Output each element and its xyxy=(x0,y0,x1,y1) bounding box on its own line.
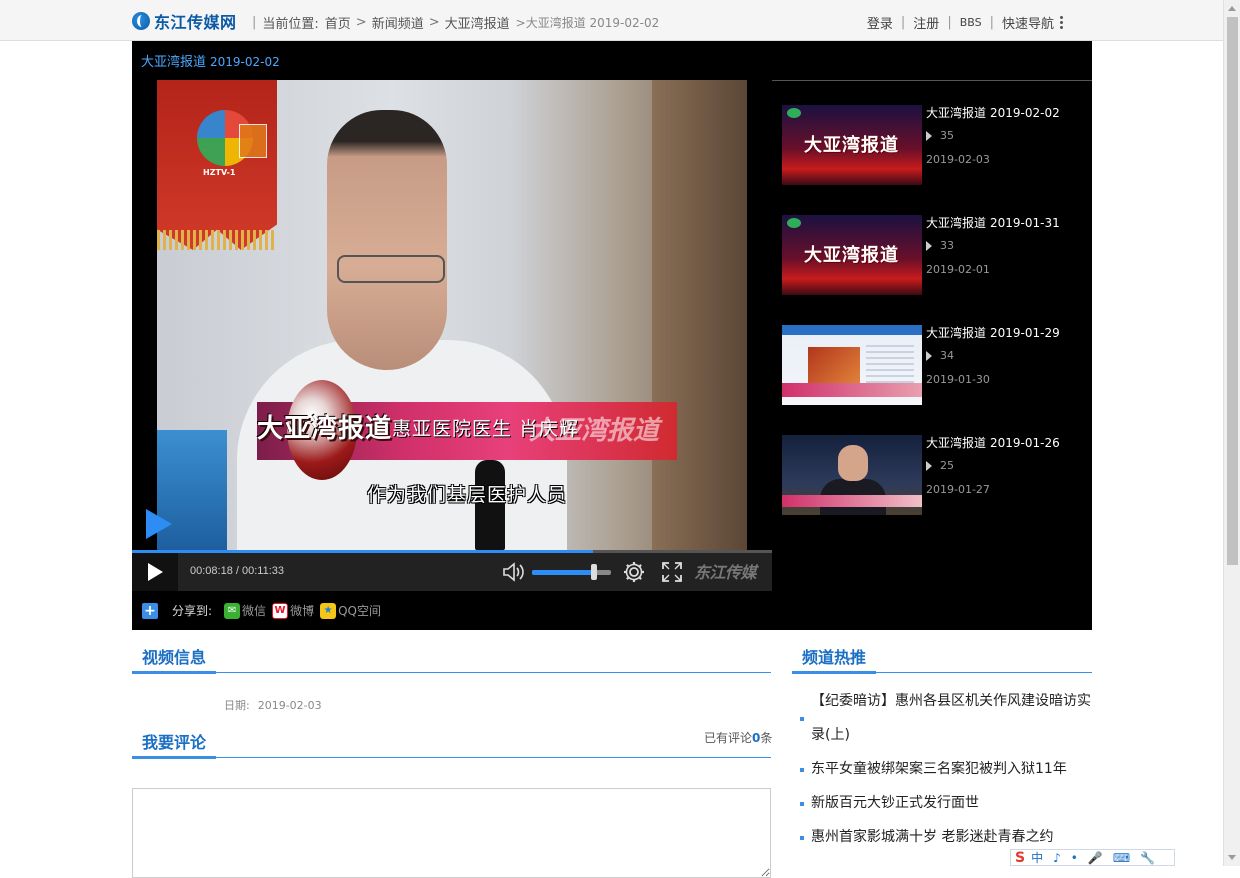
qzone-icon: ★ xyxy=(320,602,337,619)
fullscreen-icon[interactable] xyxy=(661,561,683,583)
share-bar: + 分享到: ✉ 微信 W 微博 ★ QQ空间 xyxy=(142,602,387,619)
player-brand-logo: 东江传媒 xyxy=(694,563,757,582)
share-wechat[interactable]: ✉ 微信 xyxy=(224,602,266,619)
emoji-icon[interactable]: • xyxy=(1071,851,1078,865)
video-frame[interactable]: HZTV-1 大亚湾报道 惠亚医院医生 肖庆辉 大亚湾报道 作为我们基层医护人员 xyxy=(157,80,747,550)
playlist-date: 2019-02-03 xyxy=(926,153,990,166)
comment-count: 已有评论0条 xyxy=(704,731,773,745)
play-count-icon xyxy=(926,240,932,251)
volume-knob[interactable] xyxy=(591,564,597,580)
playlist-item[interactable]: 大亚湾报道 大亚湾报道 2019-02-02 35 2019-02-03 xyxy=(782,105,1082,185)
keyboard-icon[interactable]: ⌨ xyxy=(1113,851,1130,865)
mic-icon[interactable]: 🎤 xyxy=(1088,851,1103,865)
hot-list-item[interactable]: 东平女童被绑架案三名案犯被判入狱11年 xyxy=(800,752,1092,786)
playlist-title[interactable]: 大亚湾报道 2019-01-31 xyxy=(926,214,1060,231)
weibo-icon: W xyxy=(272,602,289,619)
video-info-date: 日期: 2019-02-03 xyxy=(224,699,322,712)
playlist: 大亚湾报道 大亚湾报道 2019-02-02 35 2019-02-03 大亚湾报… xyxy=(772,41,1092,630)
scroll-down-icon[interactable] xyxy=(1228,855,1236,860)
playlist-thumbnail[interactable]: 大亚湾报道 xyxy=(782,215,922,295)
playlist-views: 35 xyxy=(926,129,954,142)
breadcrumb-divider: | xyxy=(252,15,257,30)
timecode: 00:08:18 / 00:11:33 xyxy=(190,565,284,577)
lower-third-show: 大亚湾报道 xyxy=(257,414,393,444)
breadcrumb-prefix: 当前位置: xyxy=(262,17,319,32)
comment-heading: 我要评论 xyxy=(132,729,217,759)
punctuation-icon[interactable]: ♪ xyxy=(1053,851,1061,865)
playlist-item[interactable]: 大亚湾报道 2019-01-26 25 2019-01-27 xyxy=(782,435,1082,515)
playlist-views: 25 xyxy=(926,459,954,472)
hot-list: 【纪委暗访】惠州各县区机关作风建设暗访实录(上) 东平女童被绑架案三名案犯被判入… xyxy=(800,684,1092,854)
video-title: 大亚湾报道 2019-02-02 xyxy=(141,55,280,70)
comment-input[interactable] xyxy=(132,788,771,878)
breadcrumb-news[interactable]: 新闻频道 xyxy=(372,13,424,32)
login-link[interactable]: 登录 xyxy=(867,13,893,32)
lower-third-watermark: 大亚湾报道 xyxy=(528,416,659,446)
ime-toolbar[interactable]: S 中 ♪ • 🎤 ⌨ 🔧 xyxy=(1010,849,1175,866)
chevron-right-icon: > xyxy=(428,15,440,30)
play-count-icon xyxy=(926,130,932,141)
player-section: 大亚湾报道 2019-02-02 HZTV-1 大亚湾报道 惠亚医院医生 肖庆辉 … xyxy=(132,41,1092,630)
logo-text: 东江传媒网 xyxy=(154,13,237,32)
breadcrumb-current: >大亚湾报道 2019-02-02 xyxy=(515,16,660,30)
breadcrumb-home[interactable]: 首页 xyxy=(325,13,351,32)
plus-icon[interactable]: + xyxy=(142,602,158,619)
ime-mode[interactable]: 中 xyxy=(1031,849,1043,866)
video-info-header: 视频信息 xyxy=(132,644,771,674)
top-links: 登录 | 注册 | BBS | 快速导航 xyxy=(867,13,1064,32)
register-link[interactable]: 注册 xyxy=(913,13,939,32)
playlist-thumbnail[interactable] xyxy=(782,325,922,405)
scroll-up-icon[interactable] xyxy=(1228,6,1236,11)
big-play-icon[interactable] xyxy=(146,509,172,539)
quick-nav-link[interactable]: 快速导航 xyxy=(1002,13,1054,32)
playlist-title[interactable]: 大亚湾报道 2019-02-02 xyxy=(926,104,1060,121)
hot-list-item[interactable]: 【纪委暗访】惠州各县区机关作风建设暗访实录(上) xyxy=(800,684,1092,752)
breadcrumb: | 当前位置: 首页 > 新闻频道 > 大亚湾报道 >大亚湾报道 2019-02… xyxy=(246,13,659,32)
lower-third: 大亚湾报道 惠亚医院医生 肖庆辉 大亚湾报道 xyxy=(257,380,677,480)
scroll-thumb[interactable] xyxy=(1227,17,1238,565)
play-button[interactable] xyxy=(132,553,178,591)
hot-header: 频道热推 xyxy=(792,644,1092,674)
gear-icon[interactable] xyxy=(622,560,646,584)
playlist-thumbnail[interactable]: 大亚湾报道 xyxy=(782,105,922,185)
playlist-thumbnail[interactable] xyxy=(782,435,922,515)
play-count-icon xyxy=(926,350,932,361)
play-count-icon xyxy=(926,460,932,471)
share-qzone[interactable]: ★ QQ空间 xyxy=(320,602,381,619)
playlist-views: 33 xyxy=(926,239,954,252)
playlist-views: 34 xyxy=(926,349,954,362)
bbs-link[interactable]: BBS xyxy=(960,16,982,29)
logo-icon xyxy=(132,12,150,30)
share-weibo[interactable]: W 微博 xyxy=(272,602,314,619)
comment-header: 我要评论 xyxy=(132,729,771,759)
more-vertical-icon[interactable] xyxy=(1060,14,1064,31)
volume-slider[interactable] xyxy=(532,570,611,575)
playlist-date: 2019-01-30 xyxy=(926,373,990,386)
playlist-date: 2019-01-27 xyxy=(926,483,990,496)
site-logo[interactable]: 东江传媒网 xyxy=(132,10,237,32)
playlist-date: 2019-02-01 xyxy=(926,263,990,276)
wechat-icon: ✉ xyxy=(224,602,241,619)
video-subtitle: 作为我们基层医护人员 xyxy=(367,484,568,506)
playlist-title[interactable]: 大亚湾报道 2019-01-26 xyxy=(926,434,1060,451)
hot-list-item[interactable]: 新版百元大钞正式发行面世 xyxy=(800,786,1092,820)
playlist-item[interactable]: 大亚湾报道 大亚湾报道 2019-01-31 33 2019-02-01 xyxy=(782,215,1082,295)
volume-icon[interactable] xyxy=(502,562,526,582)
page-scrollbar[interactable] xyxy=(1223,0,1240,866)
sogou-icon: S xyxy=(1015,849,1026,866)
playlist-title[interactable]: 大亚湾报道 2019-01-29 xyxy=(926,324,1060,341)
share-label: 分享到: xyxy=(172,604,213,618)
wrench-icon[interactable]: 🔧 xyxy=(1140,851,1155,865)
hot-heading: 频道热推 xyxy=(792,644,877,674)
top-bar: 东江传媒网 | 当前位置: 首页 > 新闻频道 > 大亚湾报道 >大亚湾报道 2… xyxy=(0,0,1224,41)
breadcrumb-channel[interactable]: 大亚湾报道 xyxy=(445,13,510,32)
playlist-item[interactable]: 大亚湾报道 2019-01-29 34 2019-01-30 xyxy=(782,325,1082,405)
control-bar: 00:08:18 / 00:11:33 东江传媒 xyxy=(132,553,772,591)
video-info-heading: 视频信息 xyxy=(132,644,217,674)
chevron-right-icon: > xyxy=(355,15,367,30)
